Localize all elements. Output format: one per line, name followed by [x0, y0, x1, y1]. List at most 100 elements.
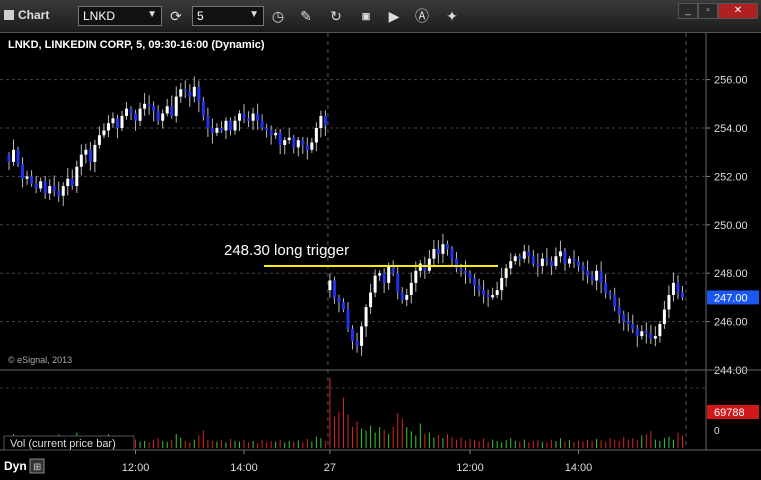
candle-body: [445, 244, 449, 250]
play-icon[interactable]: ▶: [384, 6, 404, 26]
candle-body: [427, 258, 431, 271]
a-icon[interactable]: Ⓐ: [412, 6, 432, 26]
candle-body: [635, 328, 639, 337]
candle-body: [52, 186, 56, 191]
candle-body: [351, 328, 355, 341]
candle-body: [70, 178, 74, 187]
wrench-icon[interactable]: ✦: [442, 6, 462, 26]
candle-body: [305, 144, 309, 150]
candle-body: [626, 321, 630, 325]
symbol-value: LNKD: [83, 9, 116, 23]
candle-body: [319, 115, 323, 129]
candle-body: [617, 307, 621, 315]
y-tick-label: 254.00: [714, 123, 748, 135]
candle-body: [671, 282, 675, 295]
candle-body: [296, 140, 300, 148]
candle-body: [30, 176, 34, 184]
candle-body: [111, 118, 115, 124]
candle-body: [287, 137, 291, 141]
candle-body: [531, 256, 535, 264]
restore-button[interactable]: ▫: [698, 3, 718, 19]
candle-body: [667, 294, 671, 310]
candle-body: [201, 101, 205, 116]
clock-icon[interactable]: ◷: [268, 6, 288, 26]
candle-body: [649, 333, 653, 339]
candle-body: [256, 113, 260, 121]
symbol-input[interactable]: LNKD ▼: [78, 6, 162, 26]
candle-body: [622, 314, 626, 322]
gci-icon[interactable]: ▣: [356, 6, 376, 26]
candle-body: [16, 149, 20, 165]
volume-last-label: 69788: [714, 407, 745, 419]
chart-window-icon: [4, 10, 14, 20]
candle-body: [48, 186, 52, 194]
candle-body: [554, 256, 558, 266]
x-tick-label: 14:00: [565, 462, 593, 474]
interval-value: 5: [197, 9, 204, 23]
candle-body: [658, 324, 662, 337]
y-tick-label: 252.00: [714, 171, 748, 183]
candle-body: [269, 130, 273, 136]
candle-body: [355, 340, 359, 346]
chart-header: LNKD, LINKEDIN CORP, 5, 09:30-16:00 (Dyn…: [8, 39, 265, 51]
candle-body: [500, 278, 504, 291]
interval-input[interactable]: 5 ▼: [192, 6, 264, 26]
candle-body: [432, 249, 436, 259]
candle-body: [210, 128, 214, 133]
candle-body: [473, 278, 477, 286]
pencil-icon[interactable]: ✎: [296, 6, 316, 26]
candle-body: [115, 118, 119, 129]
x-tick-label: 12:00: [122, 462, 150, 474]
candle-body: [224, 120, 228, 131]
candle-body: [477, 285, 481, 291]
close-button[interactable]: ✕: [718, 3, 758, 19]
candle-body: [93, 144, 97, 162]
candle-body: [57, 190, 61, 196]
candle-body: [567, 258, 571, 264]
candle-body: [102, 130, 106, 136]
candle-body: [540, 258, 544, 266]
minimize-button[interactable]: _: [678, 3, 698, 19]
watermark: © eSignal, 2013: [8, 355, 72, 365]
candle-body: [373, 275, 377, 293]
candle-body: [88, 149, 92, 162]
chevron-down-icon[interactable]: ▼: [249, 9, 259, 20]
refresh-icon[interactable]: ⟳: [166, 6, 186, 26]
last-price-label: 247.00: [714, 292, 748, 304]
candle-body: [405, 294, 409, 300]
lock-icon-glyph: ⊞: [33, 462, 41, 473]
candle-body: [509, 261, 513, 269]
candle-body: [138, 108, 142, 121]
candle-body: [219, 128, 223, 131]
candle-body: [409, 282, 413, 295]
y-tick-label: 250.00: [714, 220, 748, 232]
candle-body: [228, 120, 232, 131]
cycle-icon[interactable]: ↻: [326, 6, 346, 26]
candle-body: [504, 268, 508, 279]
candle-body: [400, 292, 404, 300]
candle-body: [179, 89, 183, 97]
candle-body: [536, 263, 540, 266]
price-chart[interactable]: 256.00 254.00 252.00 250.00 248.00 246.00 244.…: [0, 33, 761, 480]
candle-body: [572, 258, 576, 262]
candle-body: [369, 292, 373, 308]
candle-body: [39, 181, 43, 189]
y-tick-label: 246.00: [714, 317, 748, 329]
candle-body: [242, 113, 246, 119]
candle-body: [513, 256, 517, 262]
candle-body: [441, 244, 445, 254]
candle-body: [106, 123, 110, 131]
candle-body: [310, 142, 314, 150]
candle-body: [21, 164, 25, 179]
footer-dyn[interactable]: Dyn: [4, 459, 27, 473]
candle-body: [662, 309, 666, 325]
volume-zero-label: 0: [714, 426, 720, 437]
candle-body: [66, 178, 70, 187]
candle-body: [387, 265, 391, 283]
candle-body: [165, 106, 169, 114]
chevron-down-icon[interactable]: ▼: [147, 9, 157, 20]
x-tick-label: 27: [324, 462, 336, 474]
candle-body: [120, 115, 124, 129]
candle-body: [197, 86, 201, 102]
candle-body: [396, 273, 400, 293]
